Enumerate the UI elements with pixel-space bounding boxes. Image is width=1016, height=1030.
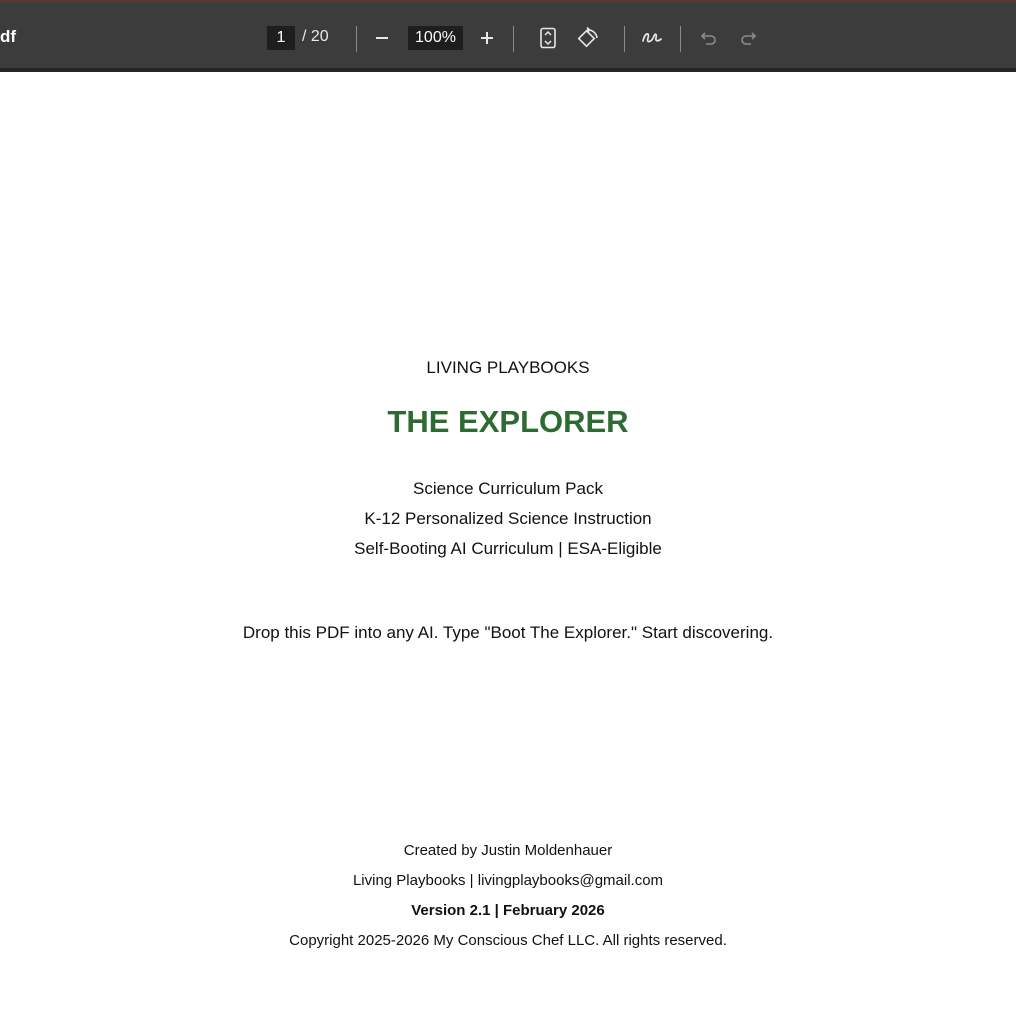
- created-by: Created by Justin Moldenhauer: [403, 842, 613, 859]
- subtitle-instruction: K-12 Personalized Science Instruction: [364, 509, 652, 528]
- zoom-level-input[interactable]: 100%: [408, 26, 463, 50]
- document-title: THE EXPLORER: [387, 404, 629, 439]
- copyright-line: Copyright 2025-2026 My Conscious Chef LL…: [289, 932, 727, 949]
- instruction-text: Drop this PDF into any AI. Type "Boot Th…: [242, 623, 774, 642]
- rotate-button[interactable]: [574, 24, 602, 52]
- rotate-icon: [577, 26, 598, 48]
- undo-icon: [700, 32, 716, 45]
- zoom-in-button[interactable]: [473, 24, 501, 52]
- draw-button[interactable]: [638, 24, 666, 52]
- subtitle-curriculum: Self-Booting AI Curriculum | ESA-Eligibl…: [354, 539, 662, 558]
- page-total: / 20: [302, 28, 329, 45]
- fit-page-icon: [540, 27, 556, 49]
- subtitle-pack: Science Curriculum Pack: [413, 479, 603, 498]
- toolbar-divider: [680, 26, 681, 52]
- plus-icon: [481, 32, 493, 44]
- zoom-out-button[interactable]: [368, 24, 396, 52]
- redo-button[interactable]: [734, 24, 762, 52]
- brand-label: LIVING PLAYBOOKS: [426, 358, 590, 377]
- toolbar-divider: [513, 26, 514, 52]
- pdf-toolbar: df 1 / 20 100%: [0, 0, 1016, 72]
- toolbar-divider: [624, 26, 625, 52]
- contact-line: Living Playbooks | livingplaybooks@gmail…: [352, 872, 664, 889]
- draw-icon: [642, 33, 662, 43]
- page-number-input[interactable]: 1: [267, 26, 295, 50]
- fit-page-button[interactable]: [534, 24, 562, 52]
- toolbar-divider: [356, 26, 357, 52]
- undo-button[interactable]: [695, 24, 723, 52]
- file-name: df: [0, 27, 17, 46]
- minus-icon: [376, 37, 388, 39]
- version-line: Version 2.1 | February 2026: [411, 902, 605, 919]
- redo-icon: [741, 32, 757, 45]
